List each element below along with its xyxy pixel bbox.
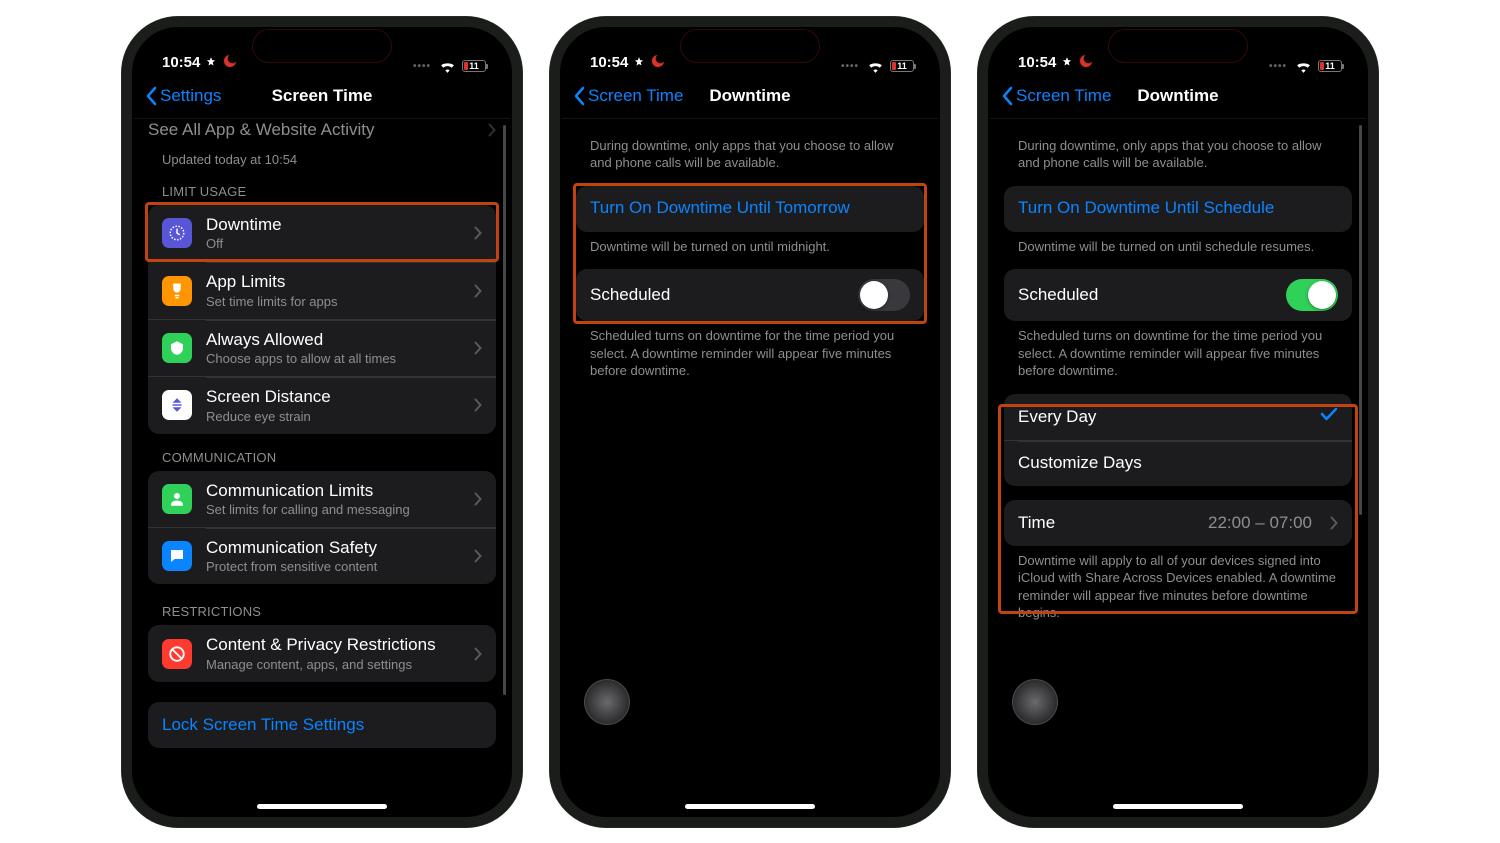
intro-text: During downtime, only apps that you choo…	[576, 119, 924, 172]
home-indicator[interactable]	[685, 804, 815, 809]
focus-icon	[1060, 56, 1074, 70]
chevron-icon	[474, 398, 482, 412]
always-allowed-icon	[162, 333, 192, 363]
phone-frame-2: 10:54 •••• 11 Screen Time Downtime Durin…	[550, 17, 950, 827]
home-indicator[interactable]	[257, 804, 387, 809]
communication-limits-icon	[162, 484, 192, 514]
downtime-icon	[162, 218, 192, 248]
back-label: Settings	[160, 86, 221, 106]
row-time[interactable]: Time 22:00 – 07:00	[1004, 500, 1352, 546]
wifi-icon	[439, 60, 456, 73]
updated-label: Updated today at 10:54	[148, 141, 496, 169]
chevron-icon	[474, 647, 482, 661]
chevron-icon	[474, 341, 482, 355]
battery-icon: 11	[1318, 60, 1342, 72]
scheduled-desc: Scheduled turns on downtime for the time…	[1004, 321, 1352, 380]
row-lock-screentime[interactable]: Lock Screen Time Settings	[148, 702, 496, 748]
scheduled-toggle[interactable]	[858, 279, 910, 311]
row-every-day[interactable]: Every Day	[1004, 394, 1352, 440]
row-always-allowed[interactable]: Always AllowedChoose apps to allow at al…	[148, 319, 496, 376]
row-scheduled[interactable]: Scheduled	[1004, 269, 1352, 321]
dnd-moon-icon	[222, 53, 238, 73]
chevron-icon	[474, 492, 482, 506]
back-button[interactable]: Settings	[134, 86, 221, 106]
intro-text: During downtime, only apps that you choo…	[1004, 119, 1352, 172]
chevron-icon	[474, 226, 482, 240]
wifi-icon	[1295, 60, 1312, 73]
phone-frame-1: 10:54 •••• 11 Settings Screen Time See A…	[122, 17, 522, 827]
scroll-indicator[interactable]	[1359, 125, 1362, 515]
row-screen-distance[interactable]: Screen DistanceReduce eye strain	[148, 376, 496, 433]
nav-bar: Screen Time Downtime	[990, 75, 1366, 119]
dnd-moon-icon	[650, 53, 666, 73]
assistive-touch[interactable]	[584, 679, 630, 725]
status-time: 10:54	[162, 54, 200, 71]
truncated-prev-row[interactable]: See All App & Website Activity	[148, 119, 496, 141]
cellular-icon: ••••	[841, 61, 859, 72]
scroll-indicator[interactable]	[503, 125, 506, 695]
scheduled-desc: Scheduled turns on downtime for the time…	[576, 321, 924, 380]
row-downtime[interactable]: DowntimeOff	[148, 205, 496, 261]
turn-on-desc: Downtime will be turned on until schedul…	[1004, 232, 1352, 256]
status-bar: 10:54 •••• 11	[134, 29, 510, 75]
cellular-icon: ••••	[1269, 61, 1287, 72]
section-header-limit-usage: LIMIT USAGE	[148, 168, 496, 205]
time-desc: Downtime will apply to all of your devic…	[1004, 546, 1352, 622]
row-content-privacy[interactable]: Content & Privacy RestrictionsManage con…	[148, 625, 496, 681]
focus-icon	[204, 56, 218, 70]
scheduled-toggle[interactable]	[1286, 279, 1338, 311]
back-button[interactable]: Screen Time	[990, 86, 1111, 106]
back-label: Screen Time	[588, 86, 683, 106]
focus-icon	[632, 56, 646, 70]
content-privacy-icon	[162, 639, 192, 669]
turn-on-downtime-button[interactable]: Turn On Downtime Until Tomorrow	[576, 186, 924, 232]
phone-frame-3: 10:54 •••• 11 Screen Time Downtime Durin…	[978, 17, 1378, 827]
row-scheduled[interactable]: Scheduled	[576, 269, 924, 321]
turn-on-downtime-button[interactable]: Turn On Downtime Until Schedule	[1004, 186, 1352, 232]
chevron-icon	[1330, 516, 1338, 530]
wifi-icon	[867, 60, 884, 73]
time-value: 22:00 – 07:00	[1208, 513, 1312, 533]
home-indicator[interactable]	[1113, 804, 1243, 809]
battery-icon: 11	[462, 60, 486, 72]
screen-distance-icon	[162, 390, 192, 420]
app-limits-icon	[162, 276, 192, 306]
row-communication-limits[interactable]: Communication LimitsSet limits for calli…	[148, 471, 496, 527]
chevron-icon	[474, 284, 482, 298]
nav-bar: Settings Screen Time	[134, 75, 510, 119]
nav-bar: Screen Time Downtime	[562, 75, 938, 119]
status-bar: 10:54 •••• 11	[562, 29, 938, 75]
back-label: Screen Time	[1016, 86, 1111, 106]
dnd-moon-icon	[1078, 53, 1094, 73]
back-button[interactable]: Screen Time	[562, 86, 683, 106]
battery-icon: 11	[890, 60, 914, 72]
row-communication-safety[interactable]: Communication SafetyProtect from sensiti…	[148, 527, 496, 584]
section-header-restrictions: RESTRICTIONS	[148, 588, 496, 625]
assistive-touch[interactable]	[1012, 679, 1058, 725]
turn-on-desc: Downtime will be turned on until midnigh…	[576, 232, 924, 256]
status-time: 10:54	[1018, 54, 1056, 71]
row-customize-days[interactable]: Customize Days	[1004, 440, 1352, 486]
status-bar: 10:54 •••• 11	[990, 29, 1366, 75]
communication-safety-icon	[162, 541, 192, 571]
status-time: 10:54	[590, 54, 628, 71]
cellular-icon: ••••	[413, 61, 431, 72]
row-app-limits[interactable]: App LimitsSet time limits for apps	[148, 261, 496, 318]
section-header-communication: COMMUNICATION	[148, 434, 496, 471]
checkmark-icon	[1320, 406, 1338, 427]
chevron-icon	[474, 549, 482, 563]
